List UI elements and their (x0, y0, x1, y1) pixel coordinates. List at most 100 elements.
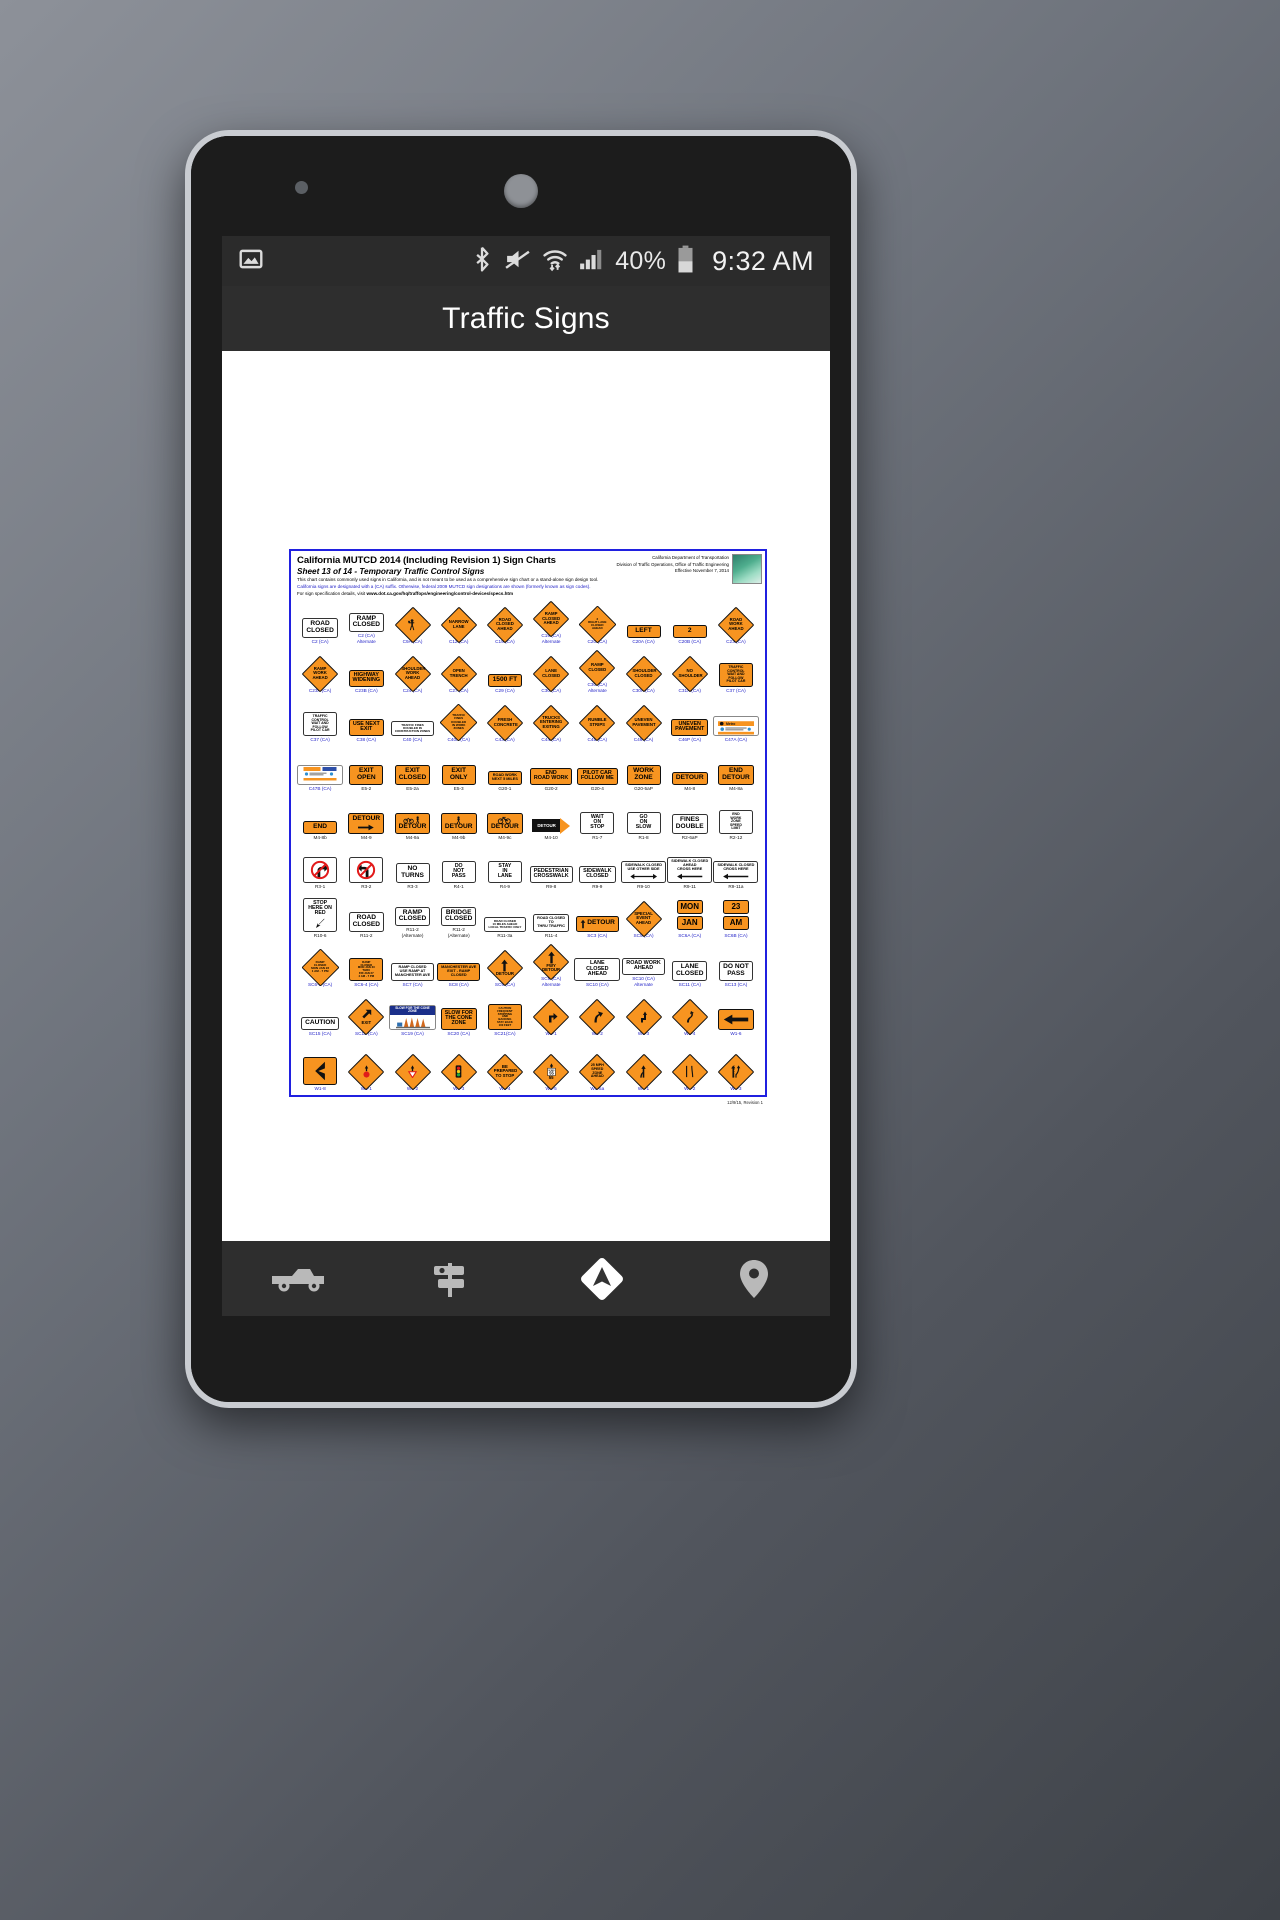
sign-graphic-g205ap[interactable]: WORK ZONE (626, 765, 661, 785)
sign-graphic-c40aca[interactable]: TRAFFIC FINES DOUBLED IN WORK ZONES (439, 703, 478, 742)
sign-graphic-g202[interactable]: END ROAD WORK (529, 767, 573, 785)
sign-cell[interactable]: RAMP CLOSED R11-2 (Alternate) (389, 906, 435, 939)
sign-graphic-c46ca[interactable]: UNEVEN PAVEMENT (625, 704, 662, 742)
sign-graphic-c23ca[interactable]: ROAD WORK AHEAD (717, 606, 755, 644)
navigation-arrow-icon[interactable] (526, 1255, 678, 1303)
sign-graphic-c19ca[interactable]: RAMP CLOSED AHEAD (532, 600, 570, 638)
sign-cell[interactable]: RAMPCLOSEDMON JAN 231 AM - 7 PMSC6-3 (CA… (297, 948, 343, 988)
sign-graphic-sc5ca[interactable]: SPECIAL EVENT AHEAD (625, 900, 662, 938)
sign-cell[interactable]: SIDEWALK CLOSED R9-9 (574, 865, 620, 890)
sign-cell[interactable]: FINES DOUBLE R2-6aP (667, 814, 713, 841)
sign-graphic-c40ca[interactable]: TRAFFIC FINES DOUBLED IN CONSTRUCTION ZONE… (390, 720, 435, 736)
sign-cell[interactable]: DETOUR SC3 (CA) (574, 915, 620, 939)
sign-graphic-w13[interactable] (625, 998, 662, 1036)
sign-graphic-c45ca[interactable]: RUMBLE STRIPS (578, 704, 616, 742)
sign-cell[interactable]: LANECLOSEDC30 (CA) (528, 655, 574, 694)
sign-graphic-m48[interactable]: DETOUR (671, 772, 708, 785)
sign-cell[interactable]: LEFT C20A (CA) (620, 625, 666, 645)
sign-cell[interactable]: W1-2 (574, 998, 620, 1037)
sign-graphic-c24ca[interactable]: SHOULDER WORK AHEAD (394, 655, 431, 693)
sign-cell[interactable]: 2RIGHT LANECLOSEDAHEADC20 (CA) (574, 605, 620, 645)
sign-graphic-m49a[interactable]: DETOUR (394, 813, 431, 834)
sign-cell[interactable]: W4-2 (667, 1053, 713, 1092)
sign-cell[interactable]: STAY IN LANE R4-9 (482, 861, 528, 890)
sign-cell[interactable]: PEDESTRIAN CROSSWALK R9-8 (528, 865, 574, 890)
sign-graphic-sc7ca[interactable]: RAMP CLOSED USE RAMP AT MANCHESTER AVE (390, 963, 435, 981)
sign-cell[interactable]: SIDEWALK CLOSED CROSS HERE R9-11a (713, 861, 759, 890)
sign-graphic-c29ca[interactable]: 1500 FT (487, 674, 522, 687)
sign-cell[interactable]: SIDEWALK CLOSED AHEAD CROSS HERE R9-11 (667, 857, 713, 890)
sign-graphic-sc18ca[interactable]: EXIT (347, 998, 385, 1036)
sign-graphic-c30ca[interactable]: LANE CLOSED (532, 655, 570, 693)
sign-graphic-sc19ca[interactable]: SLOW FOR THE CONE ZONE (389, 1005, 436, 1030)
sign-cell[interactable]: SHOULDERWORKAHEADC24 (CA) (389, 655, 435, 694)
sign-cell[interactable]: W3-2 (389, 1053, 435, 1092)
sign-cell[interactable]: ROADWORKAHEADC23 (CA) (713, 606, 759, 645)
sign-cell[interactable]: HIGHWAY WIDENING C23B (CA) (343, 669, 389, 694)
sign-cell[interactable]: CAUTION FREQUENT STOPPING AND BACKING STAY BA… (482, 1004, 528, 1037)
sign-cell[interactable]: R3-2 (343, 856, 389, 890)
sign-cell[interactable]: ROAD WORK AHEAD SC10 (CA) Alternate (620, 957, 666, 988)
sign-graphic-m49[interactable]: DETOUR (348, 813, 385, 834)
sign-graphic-r112[interactable]: ROAD CLOSED (348, 912, 385, 932)
sign-cell[interactable]: END WORK ZONE SPEED LIMIT R2-12 (713, 810, 759, 841)
sign-graphic-g201[interactable]: ROAD WORK NEXT 5 MILES (487, 771, 522, 785)
sign-graphic-r113a[interactable]: ROAD CLOSED 10 MILES AHEAD LOCAL TRAFFIC O… (483, 916, 526, 932)
sign-graphic-c37ca[interactable]: TRAFFIC CONTROL WAIT AND FOLLOW PILOT CAR (303, 712, 338, 736)
sign-cell[interactable]: TRUCKSENTERINGEXITINGC44 (CA) (528, 704, 574, 743)
sign-cell[interactable]: DO NOT PASS R4-1 (436, 861, 482, 890)
sign-cell[interactable]: OPENTRENCHC27 (CA) (436, 655, 482, 694)
sign-cell[interactable]: 23 AM SC6B (CA) (713, 899, 759, 939)
sign-cell[interactable]: ROAD WORK NEXT 5 MILES G20-1 (482, 771, 528, 792)
sign-cell[interactable]: RAMPCLOSEDAHEADC19 (CA)Alternate (528, 600, 574, 645)
sign-cell[interactable]: W4-3 (713, 1053, 759, 1092)
sign-graphic-r99[interactable]: SIDEWALK CLOSED (579, 865, 616, 883)
sign-cell[interactable]: RAMP CLOSED C2 (CA) Alternate (343, 612, 389, 645)
sign-graphic-r31[interactable] (303, 856, 338, 883)
sign-graphic-sc9ca[interactable]: FWY DETOUR (532, 943, 570, 981)
sign-cell[interactable]: TRAFFIC CONTROL WAIT AND FOLLOW PILOT CAR C37… (297, 712, 343, 743)
sign-cell[interactable]: GO ON SLOW R1-8 (620, 812, 666, 841)
sign-cell[interactable]: W3-1 (343, 1053, 389, 1092)
sign-graphic-w42[interactable] (671, 1053, 709, 1091)
sign-cell[interactable]: 25 MPHSPEED ZONEAHEADW3-5a (574, 1053, 620, 1092)
sign-graphic-sc63ca[interactable]: RAMP CLOSED MON JAN 23 1 AM - 7 PM (301, 948, 340, 987)
sign-graphic-r112[interactable]: RAMP CLOSED (394, 906, 431, 926)
sign-graphic-e53[interactable]: EXIT ONLY (441, 765, 476, 785)
sign-cell[interactable]: SLOW FOR THE CONE ZONE SC20 (CA) (436, 1008, 482, 1037)
map-pin-icon[interactable] (678, 1257, 830, 1301)
sign-graphic-w34[interactable]: BE PREPARED TO STOP (486, 1053, 524, 1091)
sign-graphic-sc21ca[interactable]: CAUTION FREQUENT STOPPING AND BACKING STAY BA… (487, 1004, 522, 1030)
sign-graphic-sc10ca[interactable]: ROAD WORK AHEAD (622, 957, 665, 975)
sign-cell[interactable]: DETOUR M4-9c (482, 813, 528, 841)
sign-cell[interactable]: ROAD CLOSED 10 MILES AHEAD LOCAL TRAFFIC O… (482, 916, 528, 939)
sign-graphic-r910[interactable]: SIDEWALK CLOSED USE OTHER SIDE (621, 861, 666, 883)
sign-graphic-e52[interactable]: EXIT OPEN (349, 765, 384, 785)
sign-graphic-sc8ca[interactable]: MANCHESTER AVE EXIT - RAMP CLOSED (437, 963, 481, 981)
sign-cell[interactable]: C47B (CA) (297, 764, 344, 792)
sign-graphic-c43ca[interactable]: FRESH CONCRETE (486, 704, 524, 742)
sign-graphic-r212[interactable]: END WORK ZONE SPEED LIMIT (718, 810, 753, 834)
sign-graphic-c23aca[interactable]: RAMP WORK AHEAD (301, 655, 339, 693)
sign-cell[interactable]: W1-1 (528, 998, 574, 1037)
sign-graphic-r49[interactable]: STAY IN LANE (487, 861, 522, 883)
sign-cell[interactable]: TRAFFIC FINES DOUBLED IN CONSTRUCTION ZONE… (389, 720, 435, 743)
sign-cell[interactable]: END M4-8b (297, 821, 343, 841)
sign-cell[interactable]: SPECIALEVENTAHEADSC5 (CA) (620, 900, 666, 939)
sign-graphic-c19ca[interactable]: ROAD CLOSED AHEAD (486, 606, 524, 644)
sign-cell[interactable]: SPEED5555W3-5 (528, 1053, 574, 1092)
sign-cell[interactable]: UNEVEN PAVEMENT C46P (CA) (667, 718, 713, 743)
sign-graphic-c20aca[interactable]: LEFT (626, 625, 661, 638)
sign-graphic-r114[interactable]: ROAD CLOSED TO THRU TRAFFIC (533, 914, 570, 932)
sign-graphic-c30ca[interactable]: RAMP CLOSED (578, 649, 616, 687)
sign-graphic-sc64ca[interactable]: RAMP CLOSED MON JAN 23 THRU FRI JAN 27 4 AM -… (349, 957, 384, 981)
sign-cell[interactable]: DETOUR M4-9a (389, 813, 435, 841)
sign-cell[interactable]: MON JAN SC6A (CA) (667, 899, 713, 939)
sign-graphic-c47aca[interactable]: Metro (712, 715, 759, 736)
sign-graphic-w11[interactable] (532, 998, 570, 1036)
sign-cell[interactable]: RAMP CLOSED MON JAN 23 THRU FRI JAN 27 4 AM -… (343, 957, 389, 988)
sign-cell[interactable]: RAMP CLOSED USE RAMP AT MANCHESTER AVE SC7 … (389, 963, 435, 988)
sign-cell[interactable]: DO NOT PASS SC13 (CA) (713, 961, 759, 988)
sign-cell[interactable]: RUMBLESTRIPSC45 (CA) (574, 704, 620, 743)
sign-cell[interactable]: END ROAD WORK G20-2 (528, 767, 574, 792)
